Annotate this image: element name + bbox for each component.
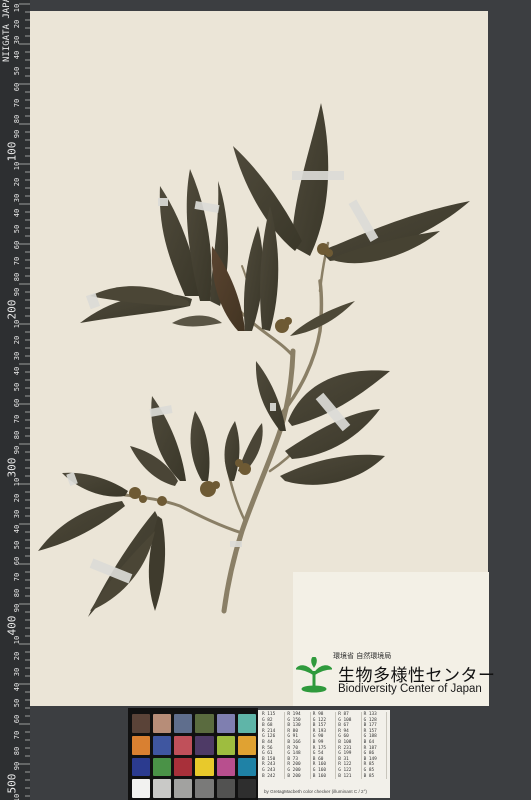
- color-patch: [237, 735, 256, 755]
- ruler-number: 10: [13, 793, 21, 800]
- table-cell: B 85: [363, 773, 387, 780]
- color-checker: [128, 708, 258, 800]
- table-cell: B 160: [312, 773, 337, 780]
- sprout-logo-icon: [296, 657, 332, 693]
- color-checker-grid: [132, 714, 256, 798]
- color-patch: [132, 779, 151, 798]
- color-patch: [153, 735, 172, 755]
- color-patch: [195, 779, 214, 798]
- color-reference-card: R 115 R 194 R 98 R 87 R 133 G 82 G 150 G 122 G 1…: [258, 710, 390, 798]
- center-name-english: Biodiversity Center of Japan: [338, 683, 482, 695]
- color-patch: [153, 779, 172, 798]
- color-patch: [174, 735, 193, 755]
- color-patch: [153, 757, 172, 777]
- color-patch: [174, 714, 193, 733]
- ruler-brand-label: NIIGATA JAPAN: [2, 0, 12, 62]
- measurement-ruler: 10 20 30 40 50 60 70 80 90 100 10 20 30 40 50 60 70 80 90 2…: [0, 0, 30, 800]
- color-patch: [174, 757, 193, 777]
- color-patch: [216, 779, 235, 798]
- table-cell: B 121: [337, 773, 362, 780]
- color-patch: [237, 757, 256, 777]
- color-patch: [153, 714, 172, 733]
- leaves: [38, 103, 470, 617]
- ministry-name: 環境省 自然環境局: [333, 652, 392, 660]
- color-patch: [132, 757, 151, 777]
- color-patch: [216, 714, 235, 733]
- color-patch: [132, 735, 151, 755]
- color-patch: [195, 757, 214, 777]
- table-cell: B 200: [286, 773, 311, 780]
- color-patch: [216, 735, 235, 755]
- color-patch: [237, 779, 256, 798]
- color-reference-table: R 115 R 194 R 98 R 87 R 133 G 82 G 150 G 122 G 1…: [261, 712, 387, 780]
- color-patch: [195, 735, 214, 755]
- color-patch: [132, 714, 151, 733]
- color-reference-caption: by GretagMacbeth color checker (illumina…: [264, 789, 367, 794]
- color-patch: [174, 779, 193, 798]
- table-cell: B 242: [261, 773, 286, 780]
- specimen-scan: 10 20 30 40 50 60 70 80 90 100 10 20 30 40 50 60 70 80 90 2…: [0, 0, 531, 800]
- color-patch: [195, 714, 214, 733]
- color-patch: [216, 757, 235, 777]
- color-patch: [237, 714, 256, 733]
